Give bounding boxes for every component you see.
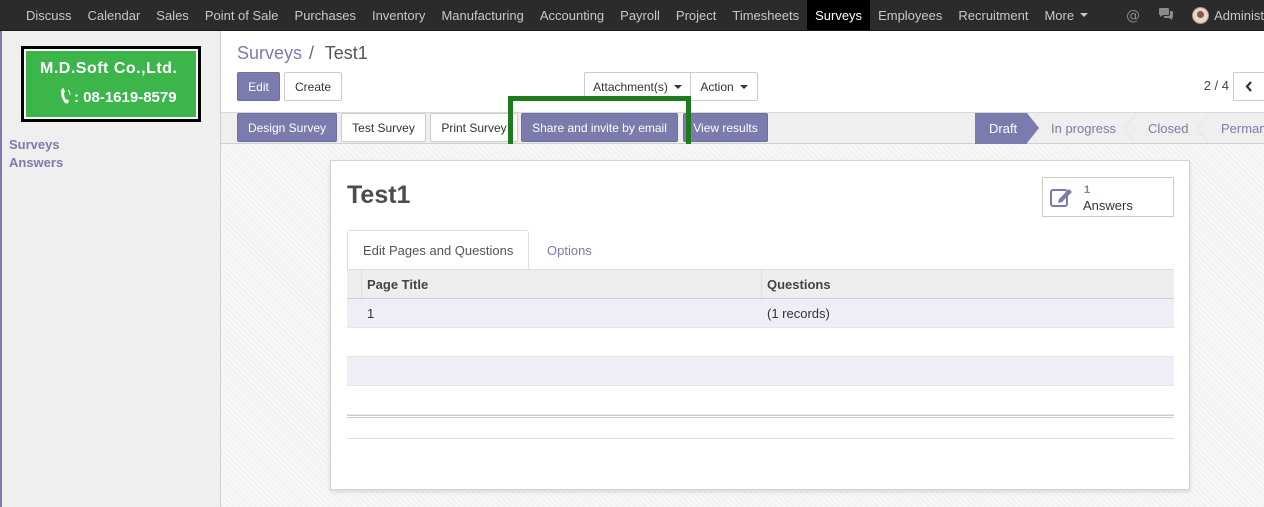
table-row-empty — [347, 357, 1174, 386]
column-questions[interactable]: Questions — [762, 270, 1174, 298]
menu-timesheets[interactable]: Timesheets — [724, 0, 807, 30]
stage-draft[interactable]: Draft — [975, 113, 1039, 144]
form-sheet: Test1 1 Answers Edit Pages and Questions… — [330, 160, 1190, 490]
pages-table: Page Title Questions 1 (1 records) — [347, 269, 1174, 439]
phone-icon — [60, 87, 72, 110]
action-label: Action — [700, 79, 734, 94]
logo-title: M.D.Soft Co.,Ltd. — [40, 60, 178, 77]
menu-more[interactable]: More — [1036, 0, 1096, 30]
pager-value: 2 / 4 — [1203, 78, 1229, 93]
form-header: Design Survey Test Survey Print Survey S… — [221, 113, 1264, 144]
share-invite-email-button[interactable]: Share and invite by email — [521, 113, 678, 142]
attachments-label: Attachment(s) — [593, 79, 668, 94]
edit-button[interactable]: Edit — [237, 72, 280, 101]
survey-title: Test1 — [347, 181, 411, 209]
attachments-dropdown[interactable]: Attachment(s) — [584, 72, 691, 101]
table-footer — [347, 415, 1174, 439]
edit-icon — [1050, 189, 1072, 207]
stage-permanent[interactable]: Perman — [1197, 113, 1264, 144]
breadcrumb-surveys[interactable]: Surveys — [237, 43, 302, 63]
chat-icon[interactable] — [1158, 7, 1174, 25]
column-page-title[interactable]: Page Title — [362, 270, 762, 298]
caret-down-icon — [739, 84, 748, 89]
pager-previous-button[interactable] — [1233, 72, 1264, 101]
chevron-left-icon — [1245, 81, 1252, 92]
print-survey-button[interactable]: Print Survey — [430, 113, 518, 142]
menu-more-label: More — [1044, 7, 1075, 23]
status-bar: Draft In progress Closed Perman — [975, 113, 1264, 144]
menu-surveys[interactable]: Surveys — [807, 0, 871, 30]
view-results-button[interactable]: View results — [683, 113, 768, 142]
action-dropdown[interactable]: Action — [690, 72, 758, 101]
create-button[interactable]: Create — [284, 72, 342, 101]
control-panel: Surveys / Test1 Edit Create Attachment(s… — [221, 31, 1264, 113]
table-row-empty — [347, 386, 1174, 415]
breadcrumb-separator: / — [309, 43, 315, 63]
menu-point-of-sale[interactable]: Point of Sale — [197, 0, 287, 30]
sidebar-item-surveys[interactable]: Surveys — [9, 137, 60, 152]
systray: @ Administ — [1126, 0, 1264, 31]
form-tabs: Edit Pages and Questions Options — [347, 230, 1174, 270]
caret-down-icon — [1080, 13, 1089, 17]
answers-count: 1 — [1084, 184, 1091, 196]
breadcrumb: Surveys / Test1 — [237, 43, 368, 64]
menu-calendar[interactable]: Calendar — [80, 0, 149, 30]
cell-questions: (1 records) — [767, 305, 830, 321]
sidebar: M.D.Soft Co.,Ltd. : 08-1619-8579 Surveys… — [0, 31, 221, 507]
menu-recruitment[interactable]: Recruitment — [950, 0, 1036, 30]
table-header: Page Title Questions — [347, 269, 1174, 299]
menu-manufacturing[interactable]: Manufacturing — [433, 0, 531, 30]
company-logo: M.D.Soft Co.,Ltd. : 08-1619-8579 — [21, 46, 201, 122]
breadcrumb-current: Test1 — [324, 43, 368, 63]
menu-accounting[interactable]: Accounting — [532, 0, 612, 30]
caret-down-icon — [673, 84, 682, 89]
avatar — [1192, 7, 1210, 24]
sidebar-item-answers[interactable]: Answers — [9, 155, 63, 170]
menu-discuss[interactable]: Discuss — [18, 0, 80, 30]
answers-stat-button[interactable]: 1 Answers — [1042, 177, 1174, 217]
menu-project[interactable]: Project — [668, 0, 724, 30]
table-row[interactable]: 1 (1 records) — [347, 299, 1174, 328]
logo-phone: : 08-1619-8579 — [74, 89, 177, 106]
menu-sales[interactable]: Sales — [148, 0, 197, 30]
table-row-empty — [347, 328, 1174, 357]
tab-options[interactable]: Options — [532, 230, 607, 270]
form-content: Test1 1 Answers Edit Pages and Questions… — [221, 144, 1264, 507]
top-navbar: Discuss Calendar Sales Point of Sale Pur… — [0, 0, 1264, 31]
at-icon[interactable]: @ — [1126, 8, 1140, 24]
user-name: Administ — [1214, 8, 1264, 23]
menu-purchases[interactable]: Purchases — [287, 0, 364, 30]
answers-label: Answers — [1083, 198, 1133, 213]
cell-page-title: 1 — [367, 305, 375, 321]
tab-edit-pages-questions[interactable]: Edit Pages and Questions — [347, 230, 530, 270]
menu-employees[interactable]: Employees — [870, 0, 950, 30]
stage-in-progress[interactable]: In progress — [1027, 113, 1124, 144]
stage-closed[interactable]: Closed — [1124, 113, 1197, 144]
menu-inventory[interactable]: Inventory — [364, 0, 433, 30]
menu-payroll[interactable]: Payroll — [612, 0, 668, 30]
test-survey-button[interactable]: Test Survey — [341, 113, 426, 142]
design-survey-button[interactable]: Design Survey — [237, 113, 337, 142]
app-menu: Discuss Calendar Sales Point of Sale Pur… — [0, 0, 1096, 30]
user-menu[interactable]: Administ — [1192, 7, 1264, 24]
